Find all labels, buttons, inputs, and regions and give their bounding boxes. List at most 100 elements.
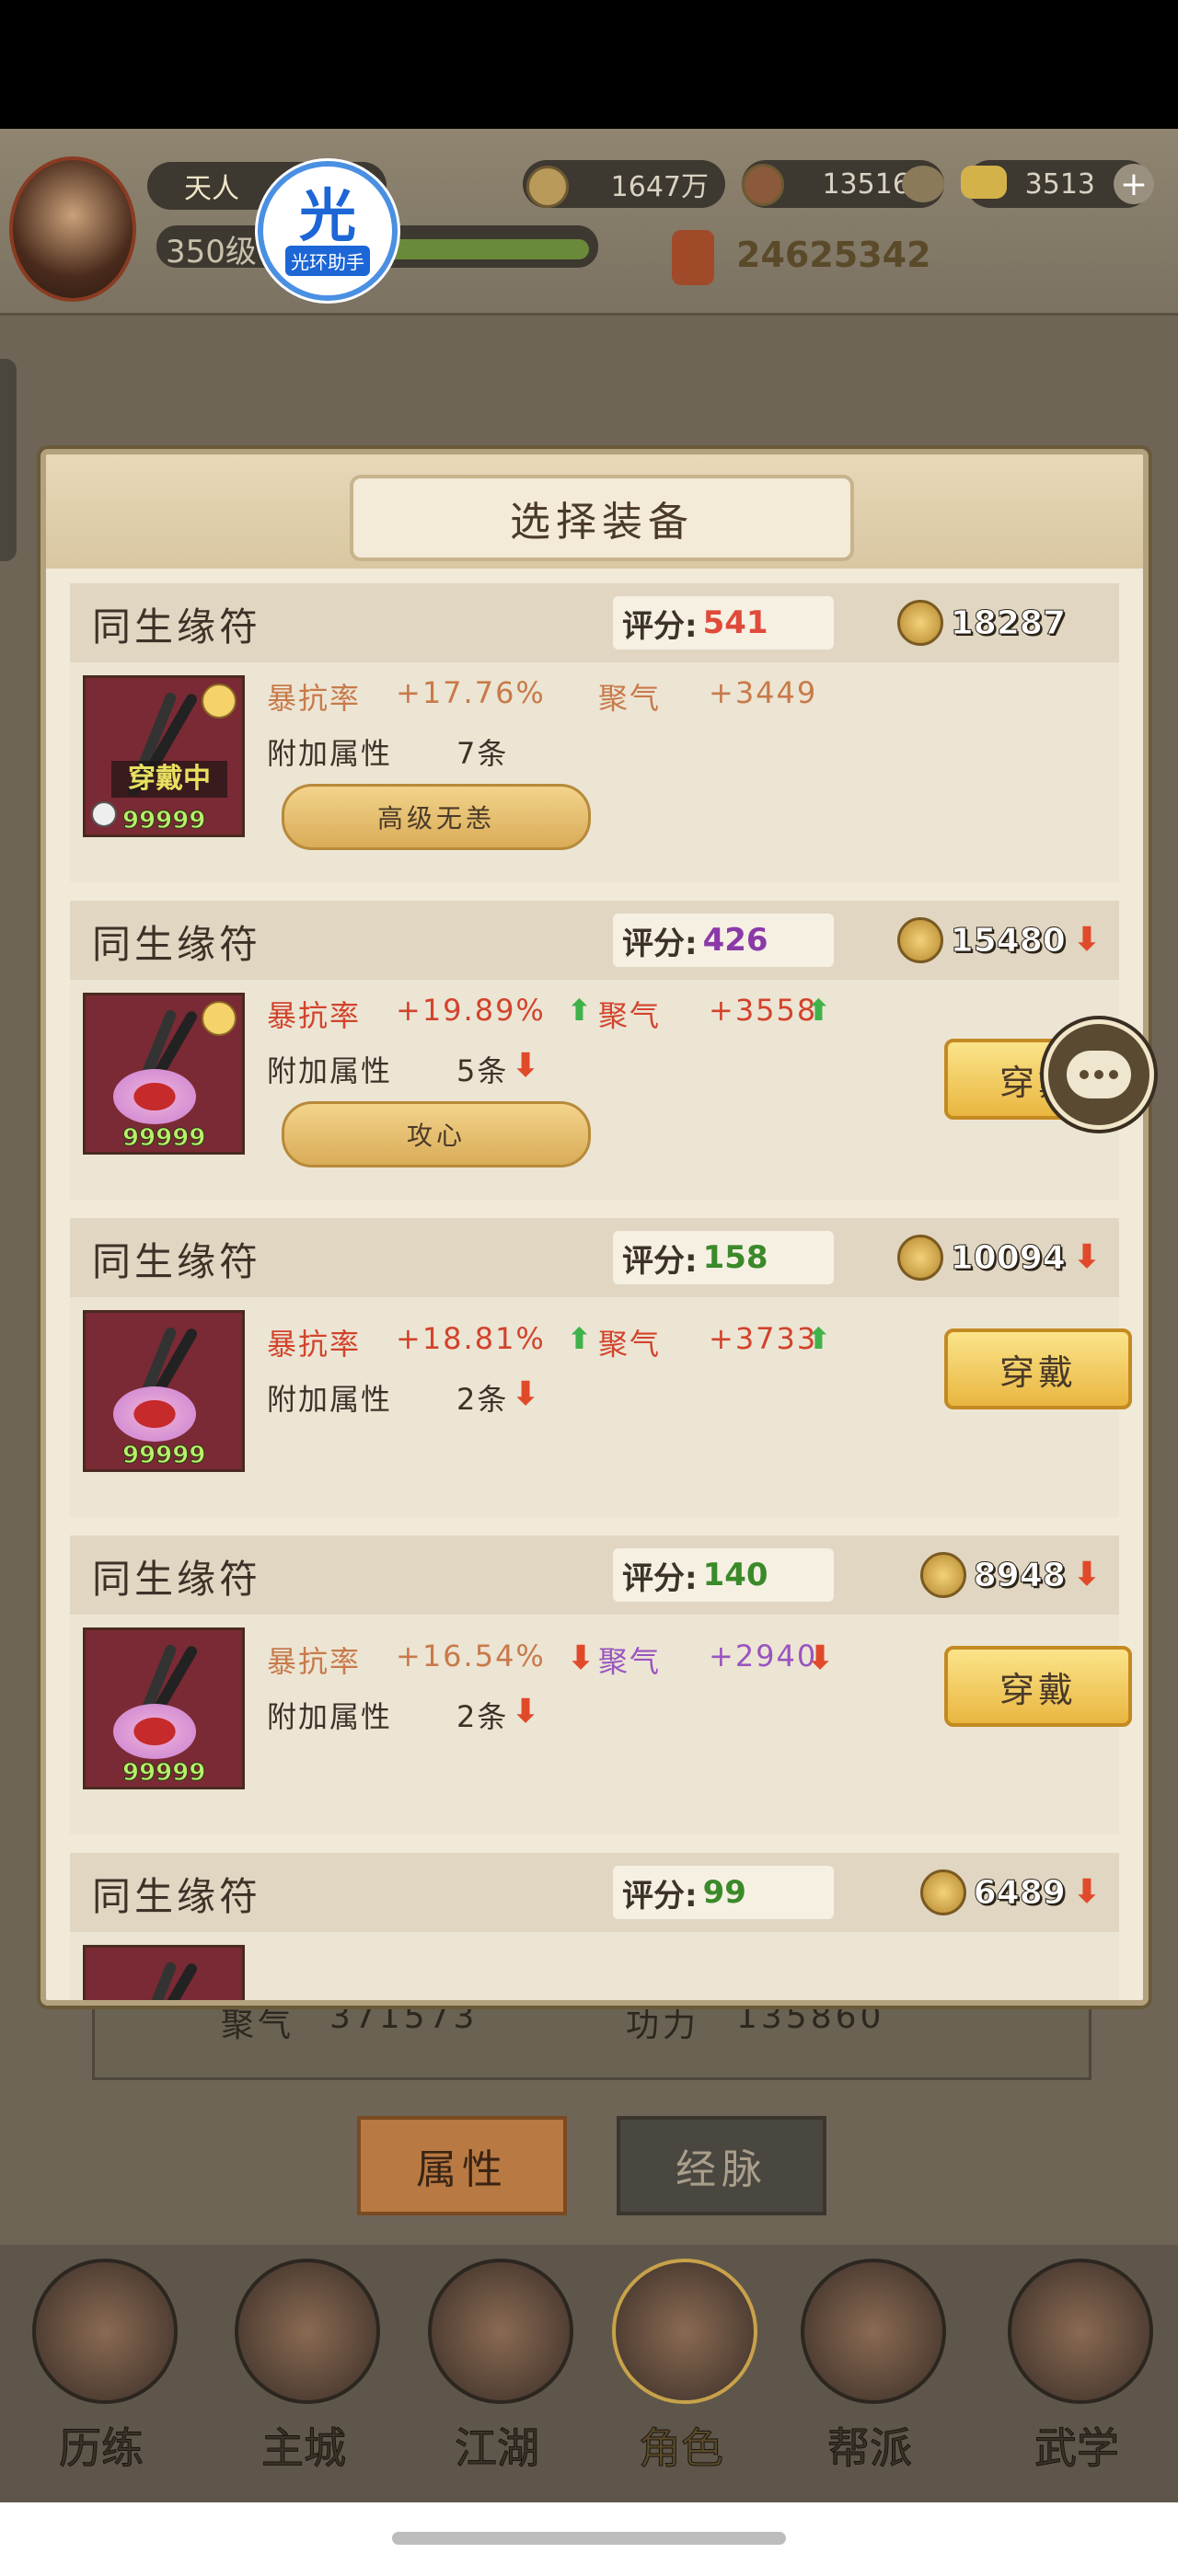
- overlay-assistant-badge[interactable]: 光 光环助手: [258, 161, 398, 301]
- stat1-label: 暴抗率: [267, 681, 362, 716]
- score-label: 评分:: [622, 1877, 698, 1915]
- equipment-name: 同生缘符: [92, 922, 262, 967]
- stat1-value: +19.89%: [396, 993, 546, 1028]
- score-value: 426: [702, 922, 768, 959]
- down-arrow-icon: ⬇: [512, 1693, 540, 1731]
- nav-item-martial-arts[interactable]: 武学: [999, 2259, 1155, 2479]
- equipment-name: 同生缘符: [92, 604, 262, 650]
- wearing-tag: 穿戴中: [111, 761, 227, 798]
- score-value: 541: [702, 604, 768, 641]
- stat2-value: +2940: [709, 1639, 818, 1673]
- skill-badge[interactable]: 高级无恙: [282, 784, 591, 850]
- stat1-value: +16.54%: [396, 1639, 546, 1673]
- nav-item-character[interactable]: 角色: [603, 2259, 759, 2479]
- dialog-title: 选择装备: [350, 475, 854, 561]
- lock-icon: [91, 801, 117, 827]
- score-box: 评分: 99: [613, 1866, 834, 1919]
- city-icon: [235, 2259, 380, 2404]
- nav-label: 主城: [261, 2423, 347, 2474]
- nav-label: 帮派: [827, 2423, 913, 2474]
- equipment-card: 同生缘符 评分: 140 8948 ⬇ 99999 暴抗率 +16.54% ⬇ 聚气…: [70, 1535, 1132, 1834]
- thumb-number: 99999: [121, 807, 206, 835]
- nav-item-training[interactable]: 历练: [23, 2259, 179, 2479]
- level-text: 350级: [166, 234, 257, 270]
- price-value: 18287: [950, 604, 1066, 642]
- add-attr-label: 附加属性: [267, 1382, 393, 1417]
- down-arrow-icon: ⬇: [806, 1639, 835, 1677]
- add-attr-count: 2条: [456, 1382, 509, 1417]
- equipment-name: 同生缘符: [92, 1557, 262, 1602]
- stat1-value: +18.81%: [396, 1321, 546, 1356]
- price-group: 18287: [880, 596, 1101, 650]
- stat1-label: 暴抗率: [267, 998, 362, 1033]
- side-handle[interactable]: [0, 359, 17, 561]
- add-attr-count: 5条: [456, 1053, 509, 1088]
- character-icon: [612, 2259, 757, 2404]
- stat2-label: 聚气: [598, 681, 662, 716]
- stat1-value: +17.76%: [396, 675, 546, 710]
- top-hud: [0, 129, 1178, 316]
- price-value: 15480: [950, 921, 1066, 960]
- equipment-thumbnail[interactable]: 穿戴中 99999: [83, 675, 245, 837]
- nav-item-guild[interactable]: 帮派: [791, 2259, 948, 2479]
- equipment-thumbnail[interactable]: 99999: [83, 1310, 245, 1472]
- guild-icon: [801, 2259, 946, 2404]
- up-arrow-icon: ⬆: [806, 993, 831, 1028]
- equipment-name: 同生缘符: [92, 1874, 262, 1919]
- wear-button[interactable]: 穿戴: [944, 1328, 1132, 1409]
- token-icon: [896, 600, 943, 646]
- equipment-card: 同生缘符 评分: 158 10094 ⬇ 99999 暴抗率 +18.81% ⬆ 聚…: [70, 1218, 1132, 1517]
- add-attr-label: 附加属性: [267, 736, 393, 771]
- equipment-thumbnail[interactable]: 99999: [83, 1627, 245, 1789]
- add-attr-label: 附加属性: [267, 1699, 393, 1734]
- score-label: 评分:: [622, 1559, 698, 1597]
- tab-attributes[interactable]: 属性: [357, 2116, 567, 2215]
- equipment-thumbnail[interactable]: 99999: [83, 993, 245, 1155]
- score-box: 评分: 541: [613, 596, 834, 650]
- training-icon: [32, 2259, 178, 2404]
- chat-bubble-button[interactable]: [1044, 1019, 1154, 1130]
- stat2-value: +3449: [709, 675, 818, 710]
- player-avatar[interactable]: [9, 156, 136, 302]
- nav-label: 角色: [639, 2423, 724, 2474]
- gold-value: 3513: [1024, 167, 1095, 201]
- chat-icon: [1067, 1051, 1131, 1098]
- wear-button[interactable]: 穿戴: [944, 1646, 1132, 1727]
- tab-meridian[interactable]: 经脉: [617, 2116, 826, 2215]
- nav-item-main-city[interactable]: 主城: [225, 2259, 382, 2479]
- skill-badge[interactable]: 攻心: [282, 1101, 591, 1167]
- price-value: 6489: [973, 1873, 1066, 1912]
- up-arrow-icon: ⬆: [567, 993, 592, 1028]
- star-icon: [202, 684, 237, 719]
- home-indicator[interactable]: [392, 2532, 786, 2545]
- thumb-number: 99999: [121, 1759, 206, 1788]
- price-value: 8948: [973, 1556, 1066, 1594]
- status-bar: [0, 0, 1178, 129]
- thumb-number: 99999: [121, 1442, 206, 1470]
- score-box: 评分: 426: [613, 914, 834, 967]
- price-group: 10094 ⬇: [880, 1231, 1101, 1284]
- add-gold-icon[interactable]: +: [1114, 164, 1154, 204]
- assistant-badge-label: 光环助手: [285, 245, 370, 276]
- down-arrow-icon: ⬇: [512, 1047, 540, 1085]
- score-label: 评分:: [622, 925, 698, 962]
- stat1-label: 暴抗率: [267, 1327, 362, 1362]
- stat2-label: 聚气: [598, 1644, 662, 1679]
- jade-add-icon[interactable]: [902, 166, 944, 202]
- silver-icon: [526, 166, 569, 208]
- token-icon: [896, 917, 943, 963]
- equipment-card: 同生缘符 评分: 541 18287 穿戴中 99999 暴抗率 +17.76% …: [70, 583, 1119, 882]
- equipment-thumbnail[interactable]: [83, 1945, 245, 2000]
- down-arrow-icon: ⬇: [567, 1639, 595, 1677]
- token-icon: [919, 1552, 966, 1598]
- score-label: 评分:: [622, 1242, 698, 1280]
- nav-item-jianghu[interactable]: 江湖: [419, 2259, 575, 2479]
- add-attr-count: 7条: [456, 736, 509, 771]
- price-group: 15480 ⬇: [880, 914, 1101, 967]
- jade-icon: [742, 164, 784, 206]
- player-title: 天人: [184, 173, 239, 205]
- power-icon: [672, 230, 714, 285]
- price-value: 10094: [950, 1238, 1066, 1277]
- score-box: 评分: 158: [613, 1231, 834, 1284]
- sword-icon: [428, 2259, 573, 2404]
